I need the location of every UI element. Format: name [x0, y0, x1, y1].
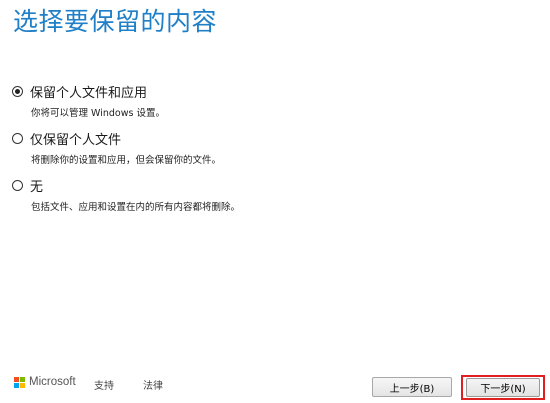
- option-label: 保留个人文件和应用: [30, 86, 148, 101]
- next-button[interactable]: 下一步(N): [466, 378, 540, 397]
- radio-keep-files-only[interactable]: [12, 133, 23, 144]
- next-button-highlight: 下一步(N): [461, 375, 545, 400]
- back-button[interactable]: 上一步(B): [372, 377, 452, 397]
- microsoft-brand-text: Microsoft: [29, 376, 76, 388]
- logo-square-green: [20, 376, 25, 382]
- page-title: 选择要保留的内容: [13, 7, 218, 36]
- option-label: 无: [30, 180, 44, 195]
- legal-link[interactable]: 法律: [143, 377, 163, 392]
- support-link[interactable]: 支持: [94, 377, 114, 392]
- option-nothing-row[interactable]: 无: [12, 176, 240, 195]
- option-label: 仅保留个人文件: [30, 133, 122, 148]
- option-nothing[interactable]: 无 包括文件、应用和设置在内的所有内容都将删除。: [12, 176, 240, 213]
- logo-square-blue: [14, 382, 19, 388]
- option-keep-files-and-apps[interactable]: 保留个人文件和应用 你将可以管理 Windows 设置。: [12, 82, 165, 119]
- radio-nothing[interactable]: [12, 180, 23, 191]
- option-description: 将删除你的设置和应用，但会保留你的文件。: [31, 155, 222, 166]
- option-description: 包括文件、应用和设置在内的所有内容都将删除。: [31, 202, 241, 213]
- option-description: 你将可以管理 Windows 设置。: [31, 108, 165, 119]
- microsoft-logo: Microsoft: [14, 376, 76, 388]
- option-keep-files-and-apps-row[interactable]: 保留个人文件和应用: [12, 82, 165, 101]
- option-keep-files-only[interactable]: 仅保留个人文件 将删除你的设置和应用，但会保留你的文件。: [12, 129, 221, 166]
- logo-square-yellow: [20, 382, 25, 388]
- logo-square-red: [14, 376, 19, 382]
- option-keep-files-only-row[interactable]: 仅保留个人文件: [12, 129, 221, 148]
- radio-keep-files-and-apps[interactable]: [12, 86, 23, 97]
- microsoft-logo-icon: [14, 376, 25, 388]
